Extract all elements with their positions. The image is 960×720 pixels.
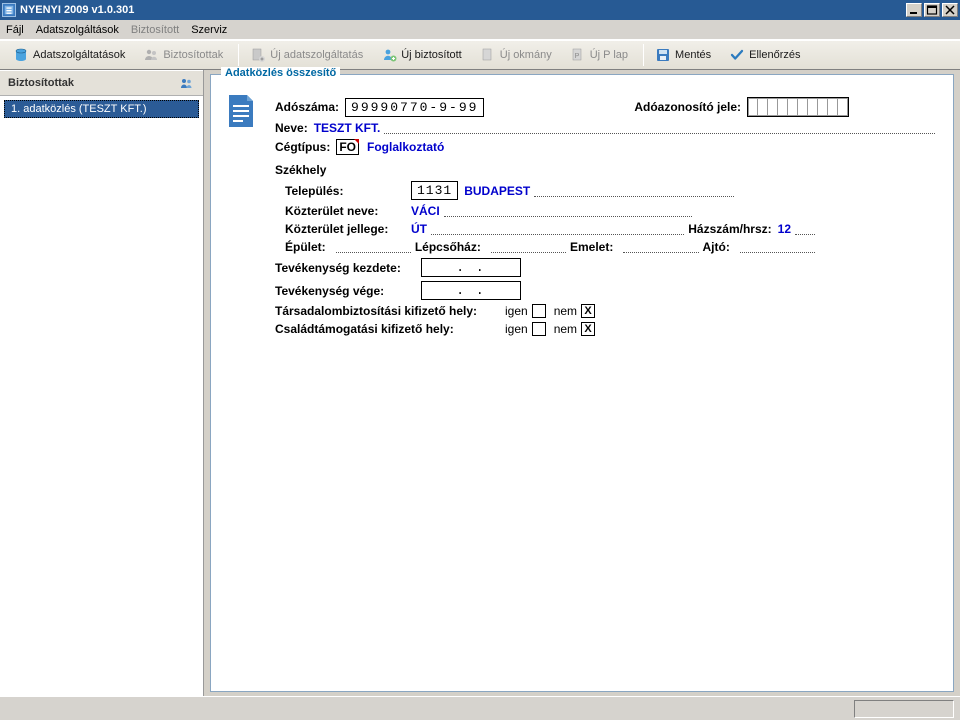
hazszam-label: Házszám/hrsz: [688,222,771,236]
check-icon [729,47,745,63]
new-person-icon [381,47,397,63]
ajto-label: Ajtó: [703,240,730,254]
toolbar-separator [238,44,239,66]
nem-label: nem [554,304,577,318]
app-icon [2,3,16,17]
menu-bar: Fájl Adatszolgáltások Biztosított Szervi… [0,20,960,40]
kozterulet-neve-label: Közterület neve: [285,204,405,218]
sidebar-header[interactable]: Biztosítottak [0,70,203,96]
kozterulet-jellege-label: Közterület jellege: [285,222,405,236]
neve-value: TESZT KFT. [314,121,381,135]
kozterulet-neve-value: VÁCI [411,204,440,218]
people-icon [143,47,159,63]
tb-uj-biztositott[interactable]: Új biztosított [374,44,469,66]
sidebar: Biztosítottak 1. adatközlés (TESZT KFT.) [0,70,204,696]
adoazonosito-field[interactable] [747,97,849,117]
close-button[interactable] [942,3,958,17]
csalad-label: Családtámogatási kifizető hely: [275,322,495,336]
cegtipus-value: Foglalkoztató [367,140,444,154]
toolbar-separator [643,44,644,66]
szekhely-label: Székhely [275,163,939,177]
emelet-label: Emelet: [570,240,613,254]
tb-mentes[interactable]: Mentés [648,44,718,66]
sidebar-body: 1. adatközlés (TESZT KFT.) [0,96,203,696]
status-bar [0,696,960,720]
sidebar-title: Biztosítottak [8,77,74,89]
adoazonosito-label: Adóazonosító jele: [634,100,741,114]
nem-label-2: nem [554,322,577,336]
cegtipus-label: Cégtípus: [275,140,330,154]
new-page-icon [250,47,266,63]
epulet-label: Épület: [285,240,326,254]
summary-group: Adatközlés összesítő Adószáma: 99990770-… [210,74,954,692]
tb-adatszolgaltatasok[interactable]: Adatszolgáltatások [6,44,132,66]
sidebar-item-adatkozles[interactable]: 1. adatközlés (TESZT KFT.) [4,100,199,118]
tb-biztositottak: Biztosítottak [136,44,230,66]
kezdet-label: Tevékenység kezdete: [275,261,415,275]
csalad-igen-checkbox[interactable] [532,322,546,336]
new-document-icon [480,47,496,63]
telepules-label: Település: [285,184,405,198]
toolbar: Adatszolgáltatások Biztosítottak Új adat… [0,40,960,70]
content-area: Adatközlés összesítő Adószáma: 99990770-… [204,70,960,696]
adoszama-label: Adószáma: [275,100,339,114]
kozterulet-jellege-value: ÚT [411,222,427,236]
menu-fajl[interactable]: Fájl [6,24,24,36]
tb-igen-checkbox[interactable] [532,304,546,318]
title-bar: NYENYI 2009 v1.0.301 [0,0,960,20]
tb-uj-okmany: Új okmány [473,44,559,66]
group-title: Adatközlés összesítő [221,67,340,79]
save-icon [655,47,671,63]
telepules-irsz[interactable]: 1131 [411,181,458,200]
menu-szerviz[interactable]: Szerviz [191,24,227,36]
window-title: NYENYI 2009 v1.0.301 [20,4,134,16]
svg-text:P: P [574,53,579,60]
tb-nem-checkbox[interactable]: X [581,304,595,318]
cegtipus-code[interactable]: FO [336,139,359,155]
tb-label: Társadalombiztosítási kifizető hely: [275,304,495,318]
vege-field[interactable]: . . [421,281,521,300]
maximize-button[interactable] [924,3,940,17]
csalad-nem-checkbox[interactable]: X [581,322,595,336]
status-grip [854,700,954,718]
database-icon [13,47,29,63]
tb-ellenorzes[interactable]: Ellenőrzés [722,44,807,66]
neve-label: Neve: [275,121,308,135]
telepules-value: BUDAPEST [464,184,530,198]
document-icon [225,93,257,131]
menu-adatszolgaltasok[interactable]: Adatszolgáltások [36,24,119,36]
vege-label: Tevékenység vége: [275,284,415,298]
kezdet-field[interactable]: . . [421,258,521,277]
people-icon [179,77,195,89]
igen-label-2: igen [505,322,528,336]
minimize-button[interactable] [906,3,922,17]
new-p-sheet-icon: P [570,47,586,63]
menu-biztositott: Biztosított [131,24,179,36]
igen-label: igen [505,304,528,318]
adoszama-value[interactable]: 99990770-9-99 [345,98,484,117]
tb-uj-plap: P Új P lap [563,44,635,66]
tb-uj-adatszolgaltatas: Új adatszolgáltatás [243,44,370,66]
lepcsohaz-label: Lépcsőház: [415,240,481,254]
hazszam-value: 12 [778,222,791,236]
